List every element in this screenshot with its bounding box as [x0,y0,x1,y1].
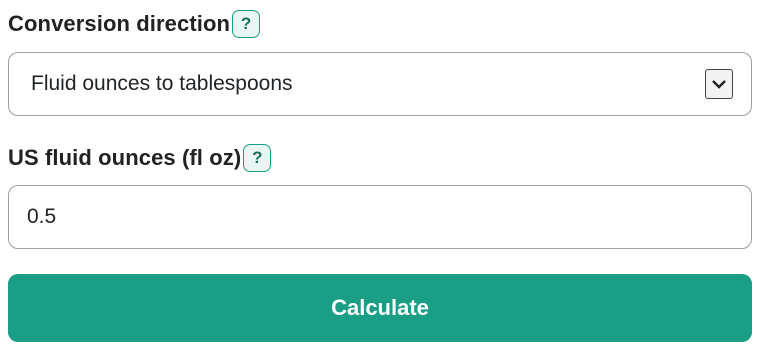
converter-form: Conversion direction ? Fluid ounces to t… [0,0,760,350]
chevron-down-icon[interactable] [705,69,733,99]
direction-select-value: Fluid ounces to tablespoons [31,72,293,95]
direction-help-button[interactable]: ? [232,10,261,38]
amount-help-button[interactable]: ? [243,144,272,172]
direction-label-row: Conversion direction ? [8,10,261,38]
calculate-button[interactable]: Calculate [8,274,752,342]
amount-label-row: US fluid ounces (fl oz) ? [8,144,272,172]
direction-select[interactable]: Fluid ounces to tablespoons [8,52,752,116]
direction-label: Conversion direction [8,11,231,36]
amount-label: US fluid ounces (fl oz) [8,145,242,170]
fluid-ounces-input[interactable] [8,185,752,249]
